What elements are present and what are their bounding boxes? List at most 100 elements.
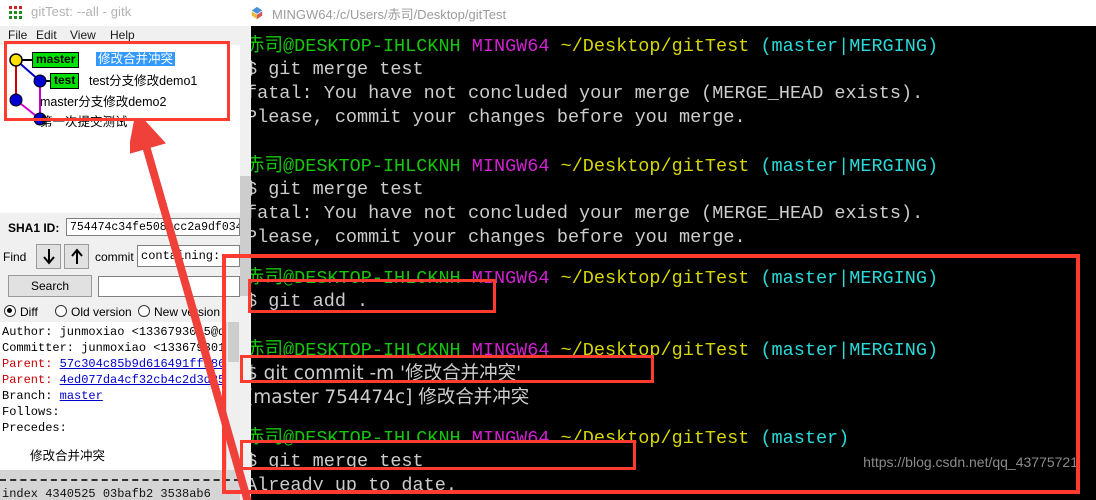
terminal-prompt-line: 赤司@DESKTOP-IHLCKNH MINGW64 ~/Desktop/git… xyxy=(246,338,938,363)
prompt-branch: (master|MERGING) xyxy=(760,36,939,57)
diff-strip: index 4340525 03bafb2 3538ab6 xyxy=(0,470,240,500)
find-containing-select[interactable]: containing: xyxy=(137,245,240,267)
commit-detail-pane[interactable]: Author: junmoxiao <1336793015@qq.co Comm… xyxy=(0,322,240,470)
mingw-icon xyxy=(251,6,263,20)
menu-help[interactable]: Help xyxy=(110,28,135,42)
radio-diff[interactable] xyxy=(4,305,16,317)
prompt-path: ~/Desktop/gitTest xyxy=(560,156,750,177)
search-row: Search xyxy=(0,274,240,300)
gitk-window-title: gitTest: --all - gitk xyxy=(31,4,132,19)
radio-diff-label: Diff xyxy=(20,305,38,319)
prompt-shell: MINGW64 xyxy=(471,340,550,361)
gitk-icon xyxy=(9,6,25,19)
prompt-path: ~/Desktop/gitTest xyxy=(560,268,750,289)
find-next-button[interactable] xyxy=(36,244,61,269)
detail-follows: Follows: xyxy=(2,405,60,419)
menu-file[interactable]: File xyxy=(8,28,27,42)
view-mode-row: Diff Old version New version xyxy=(0,302,240,322)
ref-label-test[interactable]: test xyxy=(50,73,80,89)
arrow-down-icon xyxy=(43,249,55,265)
terminal-output-line: [master 754474c] 修改合并冲突 xyxy=(246,387,530,408)
sha1-row: SHA1 ID: 754474c34fe5080cc2a9df034 xyxy=(0,217,240,241)
prompt-at: @ xyxy=(283,268,295,289)
prompt-user: 赤司 xyxy=(246,155,284,176)
terminal-output-line: Already up to date. xyxy=(246,475,457,496)
ref-label-master[interactable]: master xyxy=(32,52,80,68)
watermark: https://blog.csdn.net/qq_43775721 xyxy=(863,454,1078,470)
find-prev-button[interactable] xyxy=(64,244,89,269)
detail-author: Author: junmoxiao <1336793015@qq.co xyxy=(2,325,240,339)
terminal-prompt-line: 赤司@DESKTOP-IHLCKNH MINGW64 ~/Desktop/git… xyxy=(246,426,849,451)
terminal-output[interactable]: 赤司@DESKTOP-IHLCKNH MINGW64 ~/Desktop/git… xyxy=(240,26,1096,500)
radio-old-version-label: Old version xyxy=(71,305,132,319)
terminal-scrollbar-thumb[interactable] xyxy=(240,176,251,296)
prompt-path: ~/Desktop/gitTest xyxy=(560,340,750,361)
gitk-menubar: File Edit View Help xyxy=(0,26,240,44)
prompt-branch: (master|MERGING) xyxy=(760,340,939,361)
commit-graph-lines xyxy=(9,53,56,126)
gitk-titlebar: gitTest: --all - gitk xyxy=(0,0,240,27)
terminal-command-line: $ git merge test xyxy=(246,59,424,80)
commit-row-3[interactable]: master分支修改demo2 xyxy=(40,95,166,109)
find-commit-label: commit xyxy=(95,250,134,264)
diff-separator xyxy=(0,479,240,481)
prompt-at: @ xyxy=(283,156,295,177)
commit-row-4[interactable]: 第一次提交测试 xyxy=(40,115,128,129)
mingw64-terminal-window: MINGW64:/c/Users/赤司/Desktop/gitTest 赤司@D… xyxy=(240,0,1096,500)
prompt-at: @ xyxy=(283,340,295,361)
sha1-input[interactable]: 754474c34fe5080cc2a9df034 xyxy=(66,218,240,236)
prompt-branch: (master|MERGING) xyxy=(760,156,939,177)
prompt-host: DESKTOP-IHLCKNH xyxy=(294,428,461,449)
prompt-path: ~/Desktop/gitTest xyxy=(560,36,750,57)
gitk-detail-scrollbar[interactable] xyxy=(226,322,240,470)
find-label: Find xyxy=(3,250,27,264)
sha1-label: SHA1 ID: xyxy=(8,221,60,235)
prompt-user: 赤司 xyxy=(246,267,284,288)
prompt-shell: MINGW64 xyxy=(471,156,550,177)
scrollbar-thumb[interactable] xyxy=(228,322,239,362)
detail-parent1-link[interactable]: 57c304c85b9d616491ff286b0ff xyxy=(60,357,240,371)
radio-new-version[interactable] xyxy=(138,305,150,317)
prompt-path: ~/Desktop/gitTest xyxy=(560,428,750,449)
prompt-shell: MINGW64 xyxy=(471,428,550,449)
search-input[interactable] xyxy=(98,276,240,297)
terminal-output-line: fatal: You have not concluded your merge… xyxy=(246,203,924,224)
terminal-output-line: Please, commit your changes before you m… xyxy=(246,227,746,248)
radio-new-version-label: New version xyxy=(154,305,221,319)
arrow-up-icon xyxy=(71,248,83,264)
gitk-window: gitTest: --all - gitk File Edit View Hel… xyxy=(0,0,240,500)
screenshot-root: gitTest: --all - gitk File Edit View Hel… xyxy=(0,0,1096,500)
search-button[interactable]: Search xyxy=(8,275,92,297)
detail-precedes: Precedes: xyxy=(2,421,67,435)
terminal-titlebar: MINGW64:/c/Users/赤司/Desktop/gitTest xyxy=(240,0,1096,27)
prompt-at: @ xyxy=(283,428,295,449)
detail-parent2-link[interactable]: 4ed077da4cf32cb4c2d3d256f1 xyxy=(60,373,240,387)
terminal-output-line: fatal: You have not concluded your merge… xyxy=(246,83,924,104)
prompt-host: DESKTOP-IHLCKNH xyxy=(294,268,461,289)
terminal-prompt-line: 赤司@DESKTOP-IHLCKNH MINGW64 ~/Desktop/git… xyxy=(246,34,938,59)
detail-parent1-label: Parent: xyxy=(2,357,53,371)
commit-graph-pane[interactable]: master test 修改合并冲突 test分支修改demo1 master分… xyxy=(0,45,240,213)
terminal-command-git-commit: $ git commit -m '修改合并冲突' xyxy=(246,363,522,384)
menu-edit[interactable]: Edit xyxy=(36,28,57,42)
prompt-host: DESKTOP-IHLCKNH xyxy=(294,156,461,177)
terminal-prompt-line: 赤司@DESKTOP-IHLCKNH MINGW64 ~/Desktop/git… xyxy=(246,266,938,291)
terminal-scrollbar[interactable] xyxy=(240,26,251,500)
prompt-shell: MINGW64 xyxy=(471,268,550,289)
menu-view[interactable]: View xyxy=(70,28,96,42)
prompt-at: @ xyxy=(283,36,295,57)
find-row: Find commit containing: xyxy=(0,243,240,271)
commit-row-2[interactable]: test分支修改demo1 xyxy=(89,74,197,88)
prompt-branch: (master) xyxy=(760,428,850,449)
prompt-user: 赤司 xyxy=(246,427,284,448)
prompt-shell: MINGW64 xyxy=(471,36,550,57)
detail-committer: Committer: junmoxiao <1336793015@q xyxy=(2,341,240,355)
prompt-host: DESKTOP-IHLCKNH xyxy=(294,340,461,361)
detail-branch-link[interactable]: master xyxy=(60,389,103,403)
commit-row-1[interactable]: 修改合并冲突 xyxy=(96,52,176,66)
terminal-command-git-merge: $ git merge test xyxy=(246,451,424,472)
prompt-branch: (master|MERGING) xyxy=(760,268,939,289)
radio-old-version[interactable] xyxy=(55,305,67,317)
terminal-window-title: MINGW64:/c/Users/赤司/Desktop/gitTest xyxy=(272,7,507,22)
terminal-command-line: $ git merge test xyxy=(246,179,424,200)
